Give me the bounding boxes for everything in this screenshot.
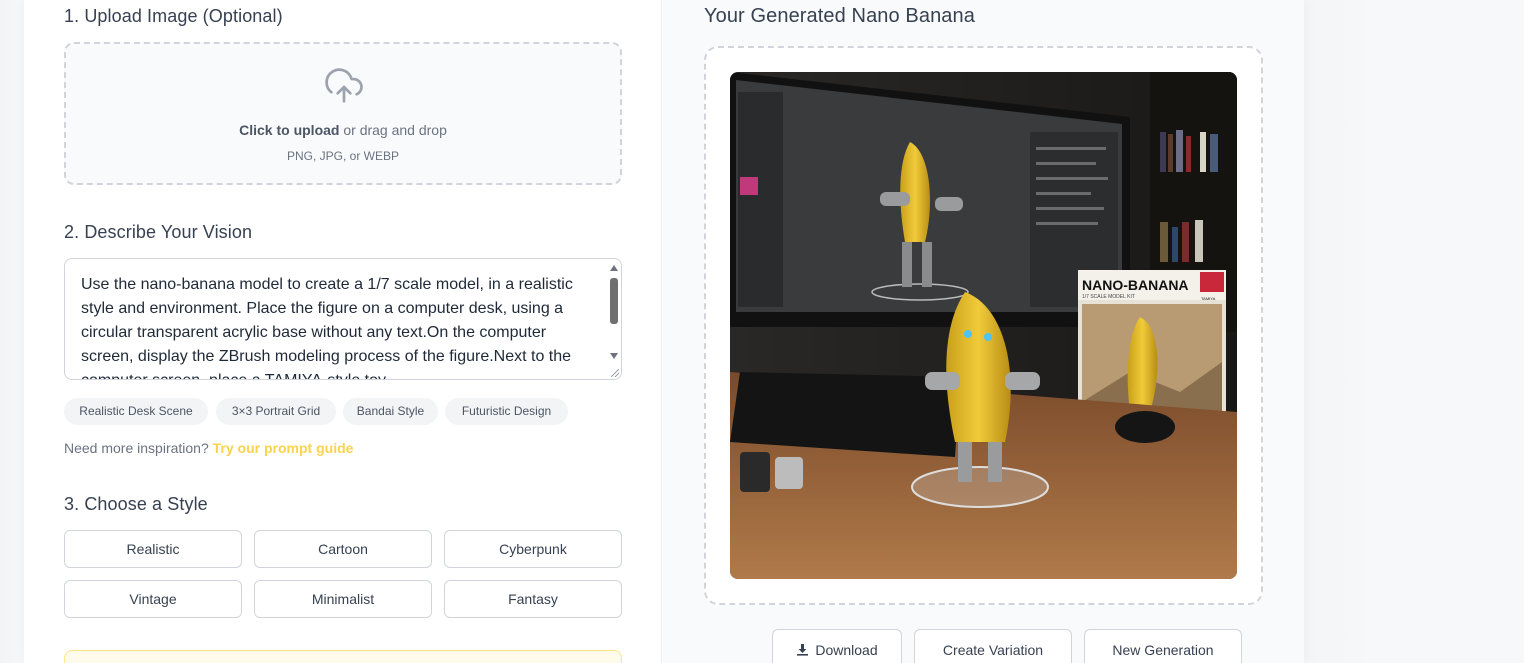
describe-section-title: 2. Describe Your Vision — [64, 222, 253, 242]
style-realistic-button[interactable]: Realistic — [64, 530, 242, 568]
create-variation-button[interactable]: Create Variation — [914, 629, 1072, 663]
download-icon — [797, 644, 809, 656]
style-fantasy-button[interactable]: Fantasy — [444, 580, 622, 618]
style-minimalist-button[interactable]: Minimalist — [254, 580, 432, 618]
scroll-thumb[interactable] — [610, 278, 618, 324]
new-generation-button[interactable]: New Generation — [1084, 629, 1242, 663]
prompt-chip-realistic-desk[interactable]: Realistic Desk Scene — [64, 398, 208, 425]
prompt-text[interactable]: Use the nano-banana model to create a 1/… — [81, 273, 591, 379]
style-cyberpunk-button[interactable]: Cyberpunk — [444, 530, 622, 568]
upload-dropzone[interactable]: Click to upload or drag and drop PNG, JP… — [64, 42, 622, 185]
upload-click-text[interactable]: Click to upload — [239, 122, 339, 138]
download-button[interactable]: Download — [772, 629, 902, 663]
prompt-textarea[interactable]: Use the nano-banana model to create a 1/… — [64, 258, 622, 380]
upload-rest-text: or drag and drop — [339, 122, 447, 138]
result-frame: NANO-BANANA 1/7 SCALE MODEL KIT TAMIYA — [704, 46, 1263, 605]
generated-image[interactable]: NANO-BANANA 1/7 SCALE MODEL KIT TAMIYA — [730, 72, 1237, 579]
notice-banner — [64, 650, 622, 663]
scroll-up-arrow-icon[interactable] — [610, 265, 618, 271]
prompt-guide-link[interactable]: Try our prompt guide — [213, 440, 354, 456]
style-section-title: 3. Choose a Style — [64, 494, 208, 514]
prompt-chip-bandai-style[interactable]: Bandai Style — [343, 398, 438, 425]
prompt-scrollbar[interactable] — [609, 263, 619, 375]
style-vintage-button[interactable]: Vintage — [64, 580, 242, 618]
input-panel: 1. Upload Image (Optional) Click to uplo… — [24, 0, 662, 663]
inspiration-text: Need more inspiration? — [64, 440, 213, 456]
box-title: NANO-BANANA — [1082, 277, 1189, 293]
prompt-chip-portrait-grid[interactable]: 3×3 Portrait Grid — [216, 398, 336, 425]
box-brand: TAMIYA — [1201, 296, 1216, 301]
download-label: Download — [815, 642, 878, 658]
generator-card: 1. Upload Image (Optional) Click to uplo… — [24, 0, 1304, 663]
upload-format-hint: PNG, JPG, or WEBP — [286, 149, 400, 163]
scroll-down-arrow-icon[interactable] — [610, 353, 618, 359]
resize-grip-icon[interactable] — [611, 369, 619, 377]
result-panel: Your Generated Nano Banana NANO-BANANA 1… — [663, 0, 1304, 663]
upload-instruction: Click to upload or drag and drop — [66, 122, 620, 138]
result-title: Your Generated Nano Banana — [704, 5, 975, 27]
box-subtitle: 1/7 SCALE MODEL KIT — [1082, 294, 1135, 300]
upload-section-title: 1. Upload Image (Optional) — [64, 6, 283, 26]
cloud-upload-icon — [325, 68, 363, 103]
prompt-chip-futuristic-design[interactable]: Futuristic Design — [445, 398, 568, 425]
style-cartoon-button[interactable]: Cartoon — [254, 530, 432, 568]
inspiration-line: Need more inspiration? Try our prompt gu… — [64, 440, 353, 456]
